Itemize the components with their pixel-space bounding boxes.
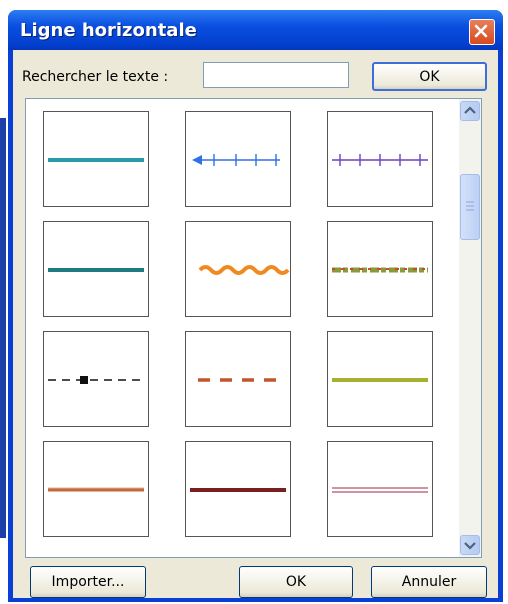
search-label: Rechercher le texte : — [22, 69, 169, 85]
import-button[interactable]: Importer... — [30, 566, 146, 598]
line-style-option[interactable] — [185, 441, 291, 537]
close-button[interactable] — [469, 19, 495, 45]
line-sample — [192, 154, 280, 166]
line-sample — [48, 268, 144, 272]
line-gallery-grid — [26, 99, 446, 557]
search-ok-button[interactable]: OK — [372, 62, 487, 91]
line-gallery — [25, 98, 482, 558]
chevron-up-icon — [464, 106, 476, 114]
line-style-option[interactable] — [43, 221, 149, 317]
line-sample — [332, 154, 428, 166]
line-style-option[interactable] — [327, 221, 433, 317]
line-sample — [198, 265, 290, 275]
vertical-scrollbar[interactable] — [459, 99, 481, 557]
line-sample — [332, 267, 428, 273]
line-style-option[interactable] — [185, 221, 291, 317]
line-style-option[interactable] — [43, 111, 149, 207]
line-style-option[interactable] — [185, 111, 291, 207]
line-sample — [332, 487, 428, 493]
search-ok-label: OK — [419, 68, 440, 85]
import-label: Importer... — [51, 574, 125, 590]
dialog-title: Ligne horizontale — [20, 20, 197, 41]
scroll-down-button[interactable] — [460, 535, 480, 555]
line-sample — [48, 487, 144, 492]
grip-icon — [466, 201, 474, 211]
dialog-body: Rechercher le texte : OK Importer... OK … — [13, 50, 498, 598]
scroll-up-button[interactable] — [460, 101, 480, 121]
line-sample — [48, 376, 144, 384]
line-sample — [48, 158, 144, 162]
line-style-option[interactable] — [327, 331, 433, 427]
chevron-down-icon — [464, 542, 476, 550]
title-bar[interactable]: Ligne horizontale — [8, 10, 503, 50]
close-icon — [474, 24, 488, 38]
desktop-background-edge — [0, 118, 6, 538]
line-sample — [190, 488, 286, 492]
horizontal-line-dialog: Ligne horizontale Rechercher le texte : … — [8, 10, 503, 602]
cancel-button[interactable]: Annuler — [371, 566, 487, 598]
line-sample — [198, 378, 286, 382]
line-sample — [332, 378, 428, 382]
ok-label: OK — [285, 574, 307, 590]
line-style-option[interactable] — [43, 331, 149, 427]
search-input[interactable] — [203, 62, 349, 88]
scroll-thumb[interactable] — [460, 174, 480, 240]
line-style-option[interactable] — [327, 441, 433, 537]
cancel-label: Annuler — [401, 574, 457, 590]
line-style-option[interactable] — [43, 441, 149, 537]
line-style-option[interactable] — [327, 111, 433, 207]
ok-button[interactable]: OK — [239, 566, 353, 598]
line-style-option[interactable] — [185, 331, 291, 427]
